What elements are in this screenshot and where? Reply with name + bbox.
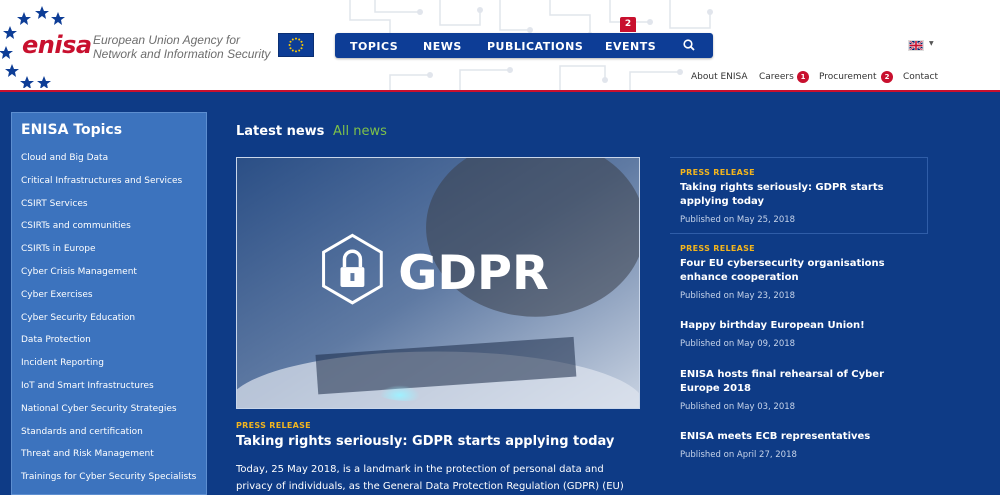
sidebar-item-csirts-communities[interactable]: CSIRTs and communities — [21, 221, 196, 244]
procurement-count-badge: 2 — [881, 71, 893, 83]
sidebar-item-critical-infrastructures[interactable]: Critical Infrastructures and Services — [21, 176, 196, 199]
sidebar-item-data-protection[interactable]: Data Protection — [21, 335, 196, 358]
news-item-title[interactable]: Four EU cybersecurity organisations enha… — [680, 257, 915, 285]
sidebar-item-csirt-services[interactable]: CSIRT Services — [21, 199, 196, 222]
sidebar-item-cyber-education[interactable]: Cyber Security Education — [21, 313, 196, 336]
careers-count-badge: 1 — [797, 71, 809, 83]
util-nav-procurement[interactable]: Procurement — [819, 72, 877, 82]
sidebar-item-incident-reporting[interactable]: Incident Reporting — [21, 358, 196, 381]
site-header: enisa European Union Agency for Network … — [0, 0, 1000, 92]
news-item-title[interactable]: Taking rights seriously: GDPR starts app… — [680, 181, 915, 209]
sidebar-item-csirts-europe[interactable]: CSIRTs in Europe — [21, 244, 196, 267]
uk-flag-language-icon[interactable] — [908, 40, 924, 51]
news-item-ecb[interactable]: ENISA meets ECB representatives Publishe… — [670, 427, 928, 467]
news-item-tag: PRESS RELEASE — [680, 244, 755, 253]
util-nav-contact[interactable]: Contact — [903, 72, 938, 82]
sidebar-item-standards[interactable]: Standards and certification — [21, 427, 196, 450]
sidebar-item-national-strategies[interactable]: National Cyber Security Strategies — [21, 404, 196, 427]
sidebar-title: ENISA Topics — [21, 122, 123, 138]
sidebar-item-iot[interactable]: IoT and Smart Infrastructures — [21, 381, 196, 404]
news-item-four-eu-orgs[interactable]: PRESS RELEASE Four EU cybersecurity orga… — [670, 234, 928, 306]
util-nav-careers[interactable]: Careers — [759, 72, 794, 82]
sidebar-item-cyber-crisis[interactable]: Cyber Crisis Management — [21, 267, 196, 290]
news-item-cyber-europe[interactable]: ENISA hosts final rehearsal of Cyber Eur… — [670, 365, 928, 417]
hero-news-tag: PRESS RELEASE — [236, 421, 311, 430]
topics-sidebar: ENISA Topics Cloud and Big Data Critical… — [11, 112, 207, 495]
sidebar-item-trainings[interactable]: Trainings for Cyber Security Specialists — [21, 472, 196, 495]
news-item-date: Published on May 03, 2018 — [680, 402, 796, 412]
util-nav-about[interactable]: About ENISA — [691, 72, 748, 82]
tagline-line-1: European Union Agency for — [93, 33, 240, 47]
news-item-date: Published on May 25, 2018 — [680, 215, 796, 225]
topics-list: Cloud and Big Data Critical Infrastructu… — [21, 153, 196, 495]
eu-flag-icon — [278, 33, 314, 57]
agency-tagline: European Union Agency for Network and In… — [93, 33, 270, 61]
latest-news-heading: Latest news — [236, 124, 325, 139]
news-item-eu-birthday[interactable]: Happy birthday European Union! Published… — [670, 316, 928, 356]
search-icon[interactable] — [682, 38, 696, 52]
news-item-title[interactable]: Happy birthday European Union! — [680, 319, 915, 333]
main-navigation: TOPICS NEWS PUBLICATIONS EVENTS — [335, 33, 713, 58]
nav-events[interactable]: EVENTS — [605, 40, 656, 53]
hero-image-gdpr-text: GDPR — [398, 246, 549, 301]
hero-news-title[interactable]: Taking rights seriously: GDPR starts app… — [236, 434, 614, 449]
gdpr-hero-image: GDPR — [236, 157, 640, 409]
news-item-date: Published on May 09, 2018 — [680, 339, 796, 349]
news-item-date: Published on April 27, 2018 — [680, 450, 797, 460]
news-item-title[interactable]: ENISA meets ECB representatives — [680, 430, 915, 444]
news-item-title[interactable]: ENISA hosts final rehearsal of Cyber Eur… — [680, 368, 915, 396]
nav-news[interactable]: NEWS — [423, 40, 462, 53]
sidebar-item-cloud-big-data[interactable]: Cloud and Big Data — [21, 153, 196, 176]
tagline-line-2: Network and Information Security — [93, 47, 271, 61]
hero-news-summary: Today, 25 May 2018, is a landmark in the… — [236, 464, 624, 492]
sidebar-item-threat-risk[interactable]: Threat and Risk Management — [21, 449, 196, 472]
events-count-badge: 2 — [620, 17, 636, 32]
nav-publications[interactable]: PUBLICATIONS — [487, 40, 583, 53]
news-item-gdpr[interactable]: PRESS RELEASE Taking rights seriously: G… — [670, 157, 928, 234]
enisa-logo-text: enisa — [22, 31, 92, 59]
all-news-link[interactable]: All news — [333, 124, 387, 139]
sidebar-item-cyber-exercises[interactable]: Cyber Exercises — [21, 290, 196, 313]
news-item-tag: PRESS RELEASE — [680, 168, 755, 177]
news-item-date: Published on May 23, 2018 — [680, 291, 796, 301]
language-dropdown-caret-icon[interactable]: ▼ — [929, 40, 934, 47]
nav-topics[interactable]: TOPICS — [350, 40, 398, 53]
